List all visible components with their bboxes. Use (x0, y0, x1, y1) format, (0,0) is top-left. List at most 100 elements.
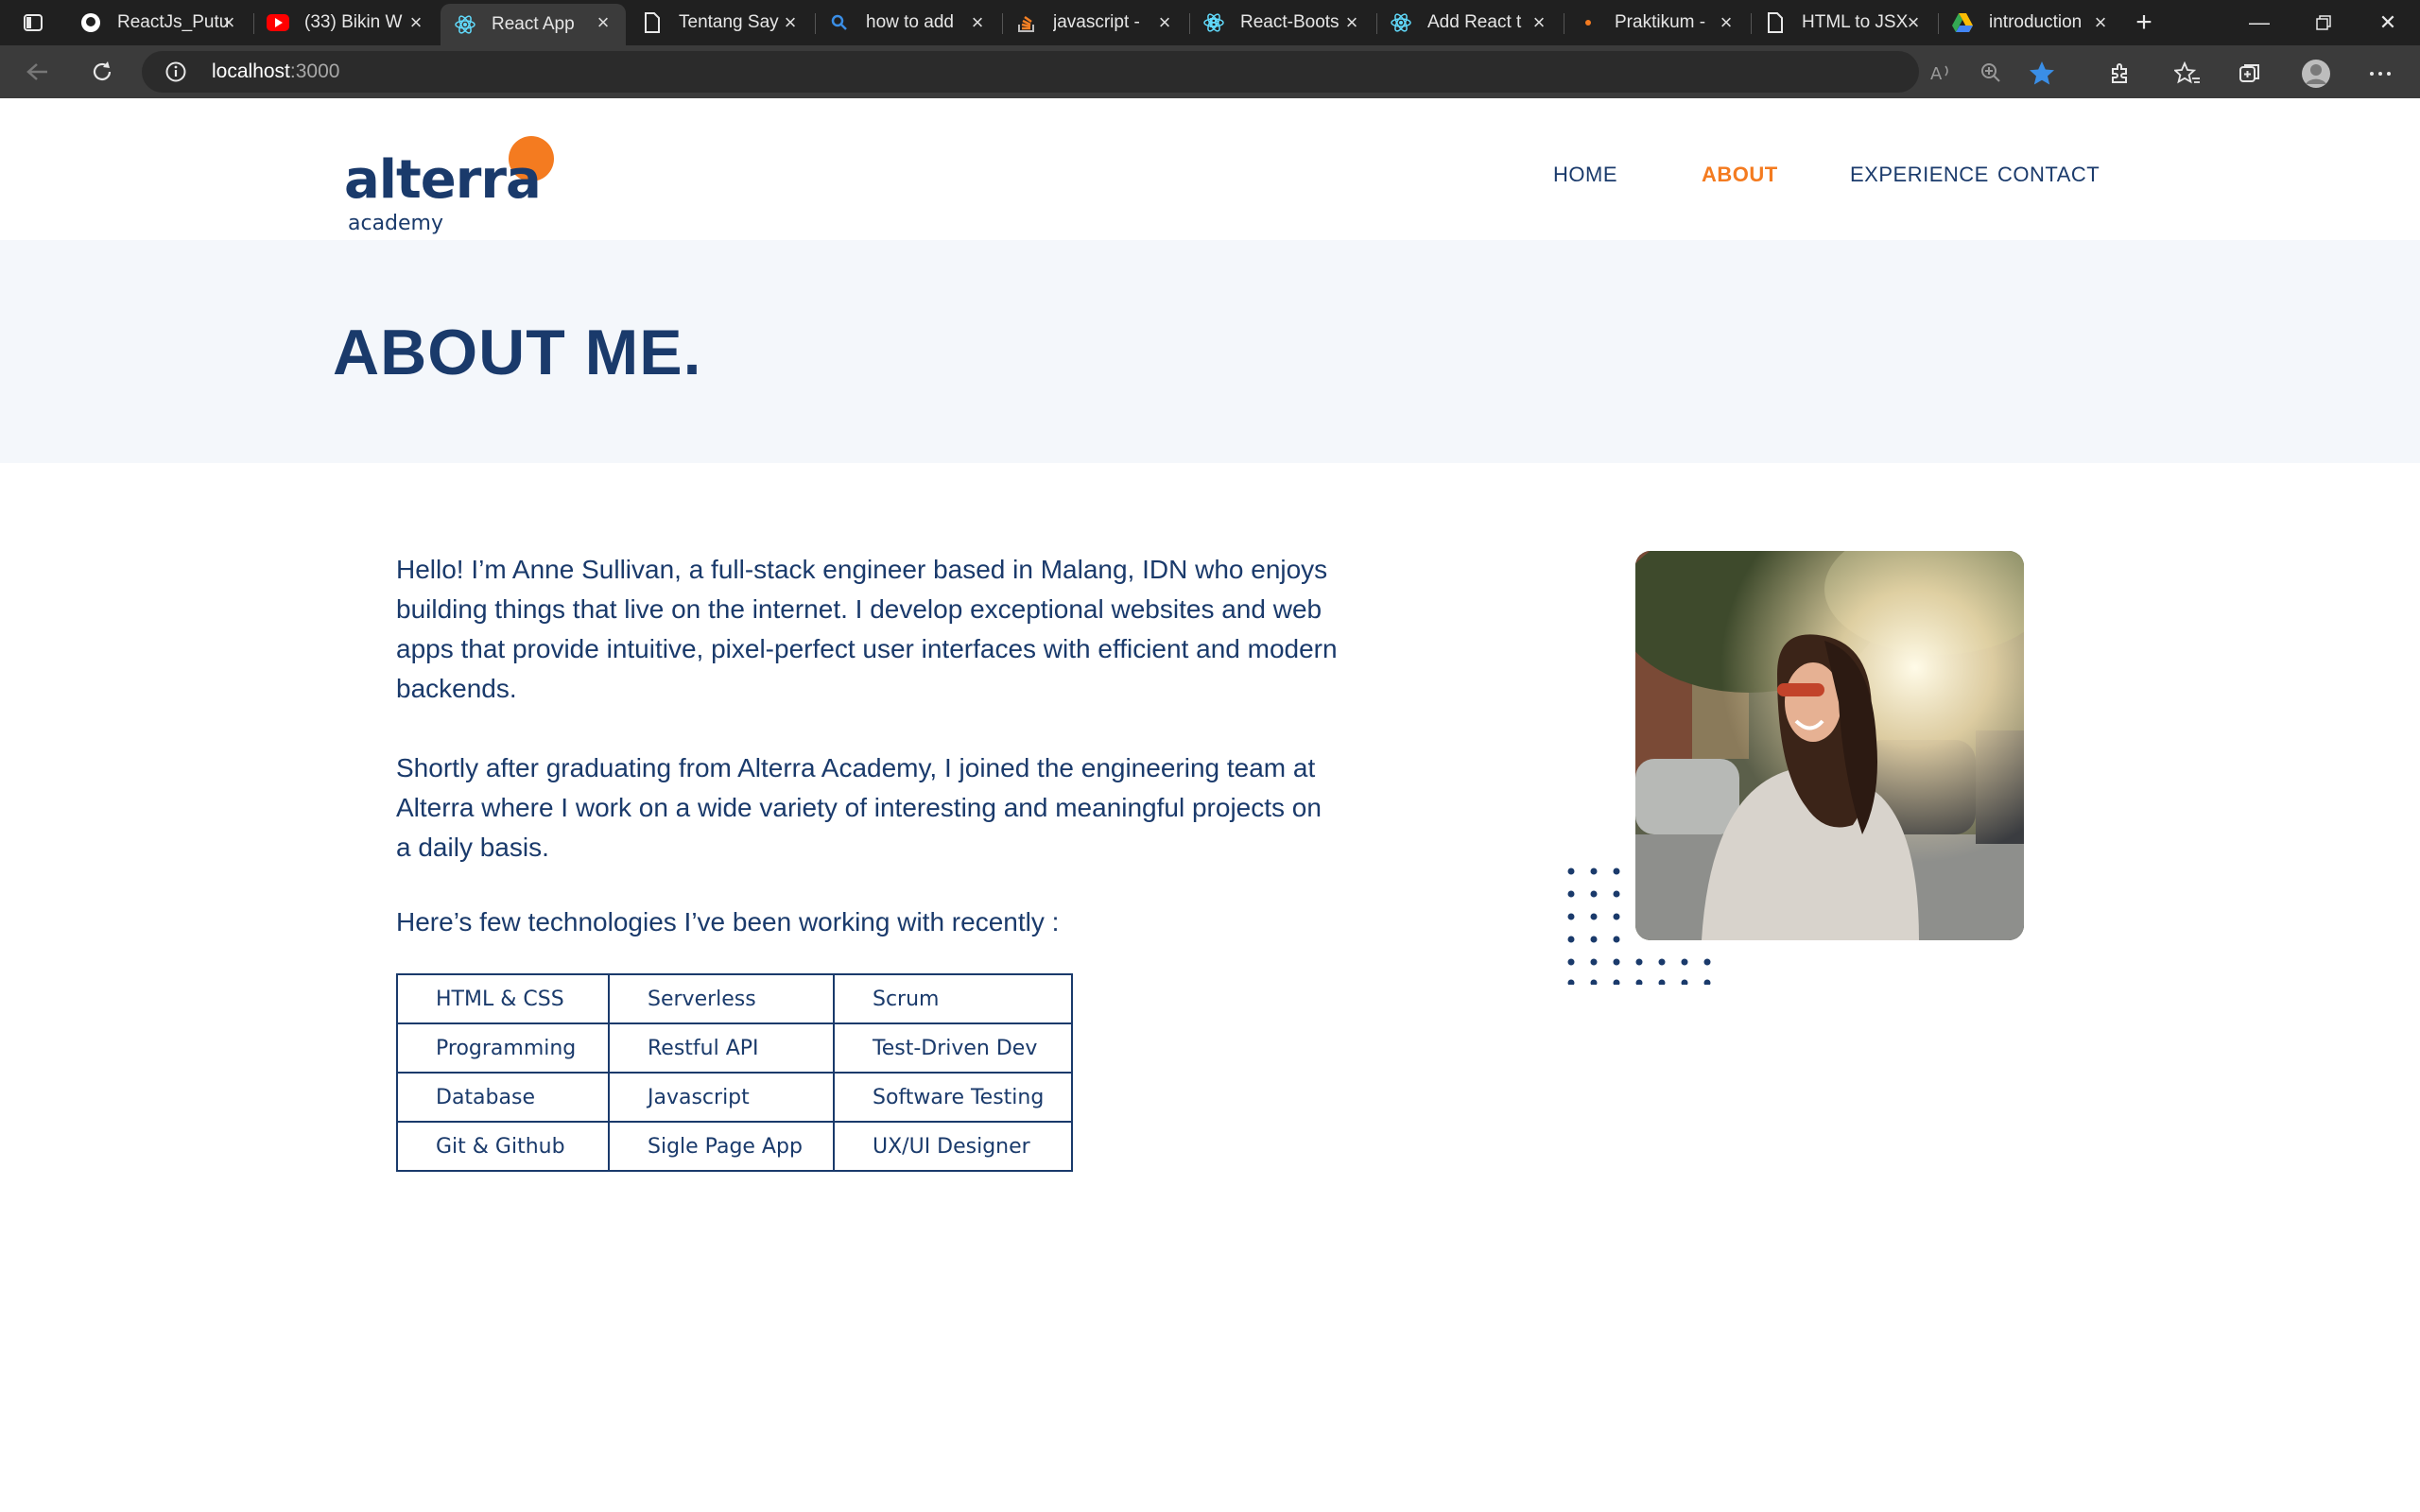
tab-title: ReactJs_Putu (117, 12, 229, 32)
browser-tab[interactable]: ReactJs_Putu × (66, 4, 251, 42)
browser-tab-bar: ReactJs_Putu × (33) Bikin W × React App … (0, 0, 2420, 45)
close-icon[interactable]: × (2089, 10, 2112, 34)
youtube-icon (267, 11, 289, 34)
profile-avatar-icon[interactable] (2299, 57, 2333, 91)
page-hero: ABOUT ME. (0, 240, 2420, 463)
close-window-icon[interactable]: ✕ (2356, 0, 2420, 45)
browser-tab[interactable]: introduction × (1938, 4, 2123, 42)
table-cell: Git & Github (396, 1121, 610, 1172)
search-icon (828, 11, 851, 34)
zoom-icon[interactable] (1978, 60, 2004, 86)
tab-title: React-Boots (1240, 12, 1340, 32)
table-cell: Database (396, 1072, 610, 1123)
restore-icon[interactable] (2291, 0, 2356, 45)
svg-text:A: A (1930, 64, 1943, 83)
table-row: Git & Github Sigle Page App UX/UI Design… (396, 1121, 1073, 1172)
tab-title: javascript - (1053, 12, 1140, 32)
browser-tab-active[interactable]: React App × (441, 4, 626, 45)
browser-tab[interactable]: javascript - × (1002, 4, 1187, 42)
document-icon (1764, 11, 1787, 34)
table-cell: Software Testing (833, 1072, 1073, 1123)
document-icon (641, 11, 664, 34)
table-row: Programming Restful API Test-Driven Dev (396, 1022, 1073, 1074)
nav-contact[interactable]: CONTACT (1997, 163, 2100, 187)
table-row: Database Javascript Software Testing (396, 1072, 1073, 1123)
close-icon[interactable]: × (1340, 10, 1363, 34)
close-icon[interactable]: × (1715, 10, 1737, 34)
table-cell: UX/UI Designer (833, 1121, 1073, 1172)
dot-icon (1577, 11, 1599, 34)
logo-sub: academy (348, 212, 444, 235)
table-cell: HTML & CSS (396, 973, 610, 1024)
nav-about[interactable]: ABOUT (1702, 163, 1778, 187)
table-cell: Scrum (833, 973, 1073, 1024)
about-paragraph: Shortly after graduating from Alterra Ac… (396, 753, 1322, 862)
collections-icon[interactable] (2233, 57, 2267, 91)
table-cell: Javascript (608, 1072, 835, 1123)
browser-tab[interactable]: how to add × (815, 4, 1000, 42)
close-icon[interactable]: × (217, 10, 240, 34)
react-icon (454, 13, 476, 36)
stackoverflow-icon (1015, 11, 1038, 34)
react-icon (1390, 11, 1412, 34)
tab-title: HTML to JSX (1802, 12, 1909, 32)
table-cell: Sigle Page App (608, 1121, 835, 1172)
browser-tab[interactable]: HTML to JSX × (1751, 4, 1936, 42)
tech-intro: Here’s few technologies I’ve been workin… (396, 907, 1060, 936)
bootstrap-icon: B (1202, 11, 1225, 34)
tab-title: Add React t (1427, 12, 1522, 32)
svg-text:B: B (1209, 17, 1219, 31)
close-icon[interactable]: × (1528, 10, 1550, 34)
url-text: localhost:3000 (212, 60, 339, 83)
alterra-logo[interactable]: alterra academy (342, 117, 560, 235)
extensions-icon[interactable] (2102, 57, 2136, 91)
close-icon[interactable]: × (779, 10, 802, 34)
about-text: Hello! I’m Anne Sullivan, a full-stack e… (396, 550, 1341, 907)
close-icon[interactable]: × (1902, 10, 1925, 34)
nav-experience[interactable]: EXPERIENCE (1850, 163, 1989, 187)
url-host: localhost (212, 60, 290, 82)
table-row: HTML & CSS Serverless Scrum (396, 973, 1073, 1024)
tab-title: (33) Bikin W (304, 12, 403, 32)
tab-title: introduction (1989, 12, 2083, 32)
tab-title: React App (492, 14, 575, 34)
site-header: alterra academy HOME ABOUT EXPERIENCE CO… (0, 98, 2420, 240)
close-icon[interactable]: × (966, 10, 989, 34)
tab-title: Praktikum - (1615, 12, 1706, 32)
tab-title: Tentang Say (679, 12, 779, 32)
browser-tab[interactable]: Tentang Say × (628, 4, 813, 42)
tab-title: how to add (866, 12, 954, 32)
nav-home[interactable]: HOME (1553, 163, 1617, 187)
page-title: ABOUT ME. (333, 317, 702, 388)
logo-word: alterra (344, 149, 542, 211)
reload-icon[interactable] (83, 55, 121, 89)
profile-photo (1635, 551, 2024, 940)
close-icon[interactable]: × (592, 10, 614, 34)
address-bar[interactable]: localhost:3000 A (142, 51, 2054, 93)
tech-table: HTML & CSS Serverless Scrum Programming … (396, 973, 1073, 1172)
browser-tab[interactable]: Add React t × (1376, 4, 1562, 42)
browser-toolbar: localhost:3000 A (0, 45, 2420, 98)
browser-tab[interactable]: (33) Bikin W × (253, 4, 439, 42)
tab-actions-icon[interactable] (17, 9, 49, 36)
close-icon[interactable]: × (405, 10, 427, 34)
browser-tab[interactable]: Praktikum - × (1564, 4, 1749, 42)
github-icon (79, 11, 102, 34)
site-info-icon[interactable] (164, 60, 187, 83)
about-paragraph: Hello! I’m Anne Sullivan, a full-stack e… (396, 555, 1338, 703)
table-cell: Serverless (608, 973, 835, 1024)
table-cell: Test-Driven Dev (833, 1022, 1073, 1074)
favorite-star-icon[interactable] (2029, 60, 2055, 86)
minimize-icon[interactable]: — (2227, 0, 2291, 45)
more-options-icon[interactable] (2363, 57, 2397, 91)
browser-tab[interactable]: B React-Boots × (1189, 4, 1374, 42)
read-aloud-icon[interactable]: A (1928, 60, 1955, 86)
new-tab-button[interactable]: + (2129, 7, 2159, 38)
table-cell: Programming (396, 1022, 610, 1074)
table-cell: Restful API (608, 1022, 835, 1074)
favorites-icon[interactable] (2170, 57, 2204, 91)
drive-icon (1951, 11, 1974, 34)
back-icon[interactable] (19, 55, 57, 89)
url-port: :3000 (289, 60, 340, 82)
close-icon[interactable]: × (1153, 10, 1176, 34)
